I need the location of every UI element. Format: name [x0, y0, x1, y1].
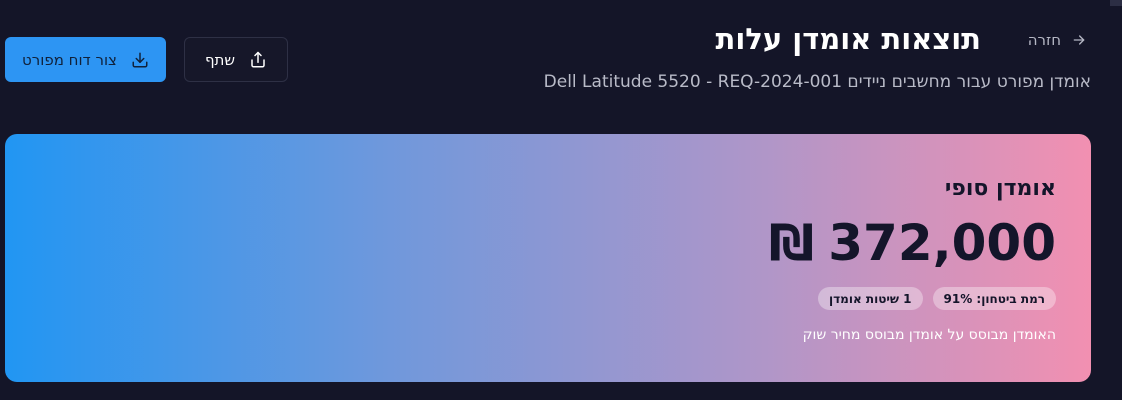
arrow-right-icon — [1073, 35, 1085, 45]
share-icon — [251, 51, 265, 67]
methods-badge: 1 שיטות אומדן — [817, 287, 923, 310]
final-estimate-card: אומדן סופי 372,000 ₪ רמת ביטחון: 91% 1 ש… — [5, 134, 1091, 382]
generate-report-button[interactable]: צור דוח מפורט — [5, 37, 166, 82]
estimate-badges: רמת ביטחון: 91% 1 שיטות אומדן — [817, 287, 1056, 310]
results-page: חזרה תוצאות אומדן עלות אומדן מפורט עבור … — [0, 0, 1122, 400]
estimate-basis-note: האומדן מבוסס על אומדן מבוסס מחיר שוק — [802, 327, 1056, 343]
share-button[interactable]: שתף — [184, 37, 288, 82]
amount-value: 372,000 — [828, 214, 1056, 272]
back-link[interactable]: חזרה — [1028, 31, 1087, 49]
back-label: חזרה — [1027, 31, 1061, 49]
page-subtitle: אומדן מפורט עבור מחשבים ניידים Dell Lati… — [543, 72, 1091, 92]
confidence-badge: רמת ביטחון: 91% — [932, 287, 1056, 310]
currency-symbol: ₪ — [769, 214, 815, 272]
share-label: שתף — [204, 50, 236, 69]
final-estimate-amount: 372,000 ₪ — [769, 214, 1056, 272]
scrollbar[interactable] — [1110, 0, 1122, 6]
page-title: תוצאות אומדן עלות — [715, 22, 981, 56]
generate-report-label: צור דוח מפורט — [22, 50, 117, 69]
final-estimate-label: אומדן סופי — [944, 176, 1056, 201]
download-icon — [132, 52, 148, 67]
